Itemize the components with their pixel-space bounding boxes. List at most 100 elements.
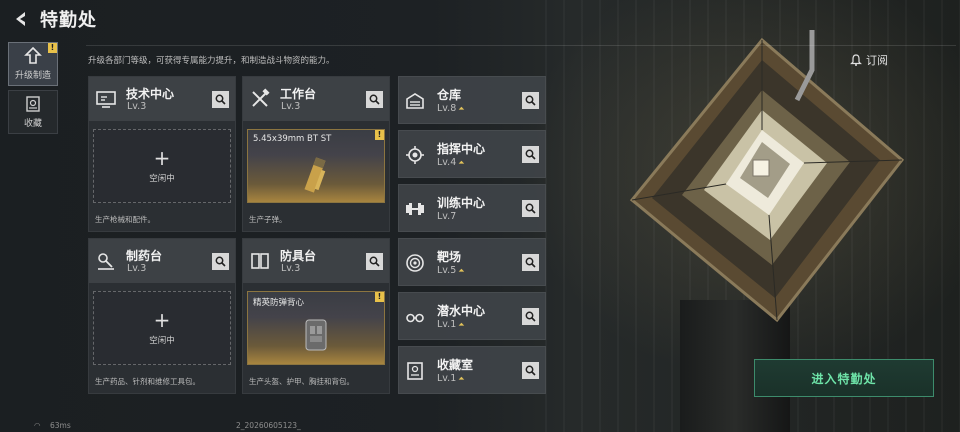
facility-name: 防具台	[280, 249, 317, 263]
search-button[interactable]	[522, 146, 539, 163]
facility-description: 生产子弹。	[249, 215, 287, 224]
facility-level-row: Lv.1 ⏶	[437, 319, 465, 330]
facility-name: 技术中心	[126, 87, 175, 101]
microscope-icon	[98, 253, 114, 270]
facility-level: Lv.8	[437, 103, 457, 114]
search-button[interactable]	[212, 91, 229, 108]
tab-label: 升级制造	[14, 71, 51, 81]
alert-badge: !	[375, 130, 384, 140]
warehouse-icon	[406, 93, 424, 109]
search-icon	[525, 203, 536, 214]
status-bar: ◠ 63ms 2_20260605123_	[0, 420, 960, 432]
facility-level: Lv.7	[437, 211, 457, 222]
search-button[interactable]	[366, 253, 383, 270]
search-button[interactable]	[366, 91, 383, 108]
upgrade-available-icon: ⏶	[458, 374, 465, 383]
facility-card-command-center[interactable]: 指挥中心 Lv.4 ⏶	[398, 130, 546, 178]
page-subtitle: 升级各部门等级，可获得专属能力提升，和制造战斗物资的能力。	[88, 56, 335, 66]
facility-card-armor-bench[interactable]: 防具台 Lv.3 精英防弹背心 ! 生产头盔、护甲、胸挂和背包。	[242, 238, 390, 394]
search-button[interactable]	[522, 92, 539, 109]
add-icon: +	[153, 146, 171, 170]
facility-card-shooting-range[interactable]: 靶场 Lv.5 ⏶	[398, 238, 546, 286]
upgrade-available-icon: ⏶	[458, 266, 465, 275]
target-icon	[406, 254, 424, 272]
facility-level-row: Lv.7	[437, 211, 456, 222]
idle-production-slot[interactable]: + 空闲中	[93, 291, 231, 365]
back-arrow-icon[interactable]	[8, 6, 34, 32]
idle-status: 空闲中	[149, 174, 175, 184]
facility-level: Lv.1	[437, 373, 457, 384]
add-icon: +	[153, 308, 171, 332]
upgrade-arrow-icon	[24, 47, 42, 64]
search-icon	[369, 256, 380, 267]
header-divider	[86, 45, 956, 46]
facility-level: Lv.1	[437, 319, 457, 330]
tab-collection[interactable]: 收藏	[8, 90, 58, 134]
alert-badge: !	[48, 43, 57, 53]
production-item-slot[interactable]: 5.45x39mm BT ST !	[247, 129, 385, 203]
alert-badge: !	[375, 292, 384, 302]
facility-name: 制药台	[126, 249, 163, 263]
facility-name: 潜水中心	[437, 304, 486, 318]
goggles-icon	[406, 313, 424, 323]
bell-icon	[850, 54, 862, 66]
search-icon	[525, 95, 536, 106]
armor-icon	[251, 253, 269, 269]
facility-name: 指挥中心	[437, 142, 486, 156]
facility-card-workbench[interactable]: 工作台 Lv.3 5.45x39mm BT ST ! 生产子弹。	[242, 76, 390, 232]
gear-chip-icon	[406, 146, 424, 164]
hammer-wrench-icon	[252, 88, 270, 107]
search-button[interactable]	[522, 308, 539, 325]
subscribe-button[interactable]: 订阅	[850, 52, 888, 68]
search-icon	[525, 311, 536, 322]
facility-description: 生产枪械和配件。	[95, 215, 155, 224]
search-icon	[525, 149, 536, 160]
facility-level: Lv.3	[127, 263, 147, 274]
ping-readout: 63ms	[50, 421, 71, 430]
facility-level: Lv.3	[281, 101, 301, 112]
item-name: 精英防弹背心	[253, 298, 305, 308]
upgrade-available-icon: ⏶	[458, 158, 465, 167]
enter-special-ops-button[interactable]: 进入特勤处	[754, 359, 934, 397]
wifi-icon: ◠	[34, 421, 41, 430]
subscribe-label: 订阅	[866, 54, 888, 67]
search-icon	[215, 94, 226, 105]
search-button[interactable]	[522, 362, 539, 379]
collection-box-icon	[26, 96, 40, 112]
facility-level: Lv.3	[127, 101, 147, 112]
facility-card-collection-room[interactable]: 收藏室 Lv.1 ⏶	[398, 346, 546, 394]
card-header: 技术中心 Lv.3	[89, 77, 235, 121]
search-icon	[525, 257, 536, 268]
dumbbell-icon	[406, 203, 424, 215]
facility-level-row: Lv.4 ⏶	[437, 157, 465, 168]
upgrade-available-icon: ⏶	[458, 320, 465, 329]
monitor-icon	[96, 91, 116, 108]
card-header: 制药台 Lv.3	[89, 239, 235, 283]
header-bar: 特勤处	[0, 0, 560, 38]
vest-icon	[305, 319, 327, 351]
facility-card-diving-center[interactable]: 潜水中心 Lv.1 ⏶	[398, 292, 546, 340]
facility-name: 仓库	[437, 88, 462, 102]
facility-card-tech-center[interactable]: 技术中心 Lv.3 + 空闲中 生产枪械和配件。	[88, 76, 236, 232]
facility-level-row: Lv.1 ⏶	[437, 373, 465, 384]
search-button[interactable]	[522, 200, 539, 217]
special-ops-cube-art	[629, 30, 905, 323]
page-title: 特勤处	[40, 10, 97, 31]
idle-production-slot[interactable]: + 空闲中	[93, 129, 231, 203]
card-header: 防具台 Lv.3	[243, 239, 389, 283]
facility-level-row: Lv.5 ⏶	[437, 265, 465, 276]
tab-upgrade-manufacture[interactable]: 升级制造 !	[8, 42, 58, 86]
facility-level: Lv.4	[437, 157, 457, 168]
production-item-slot[interactable]: 精英防弹背心 !	[247, 291, 385, 365]
facility-card-training-center[interactable]: 训练中心 Lv.7	[398, 184, 546, 232]
upgrade-available-icon: ⏶	[458, 104, 465, 113]
facility-name: 收藏室	[437, 358, 474, 372]
idle-status: 空闲中	[149, 336, 175, 346]
facility-card-pharmacy[interactable]: 制药台 Lv.3 + 空闲中 生产药品、针剂和维修工具包。	[88, 238, 236, 394]
search-button[interactable]	[212, 253, 229, 270]
cabinet-icon	[407, 362, 423, 380]
item-name: 5.45x39mm BT ST	[253, 134, 332, 144]
facility-card-warehouse[interactable]: 仓库 Lv.8 ⏶	[398, 76, 546, 124]
search-button[interactable]	[522, 254, 539, 271]
facility-name: 训练中心	[437, 196, 486, 210]
